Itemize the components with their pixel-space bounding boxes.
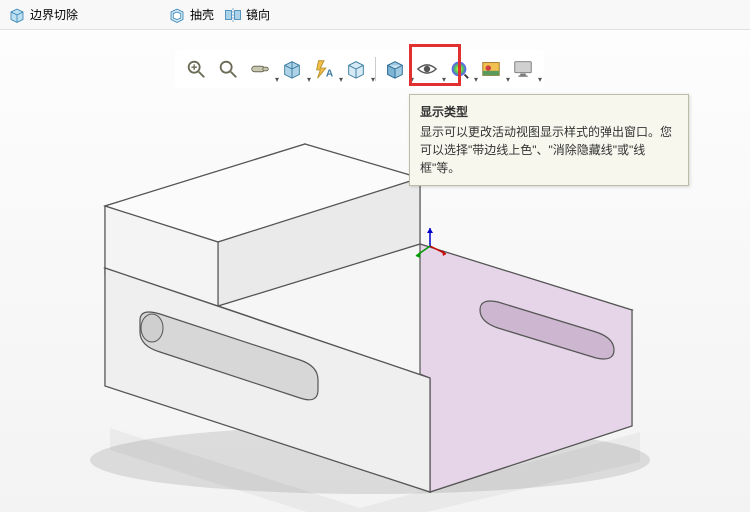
orientation-cube-button[interactable]: [341, 54, 371, 84]
section-view-button[interactable]: [277, 54, 307, 84]
edit-appearance-button[interactable]: [444, 54, 474, 84]
magnifier-icon: [217, 58, 239, 80]
boundary-cut-button[interactable]: 边界切除: [8, 6, 78, 24]
triad-axis-icon: [410, 226, 450, 266]
mirror-button[interactable]: 镜向: [224, 6, 270, 24]
hide-show-items-button[interactable]: [412, 54, 442, 84]
svg-text:A: A: [326, 68, 334, 79]
magnifier-fit-icon: [185, 58, 207, 80]
display-style-tooltip: 显示类型 显示可以更改活动视图显示样式的弹出窗口。您可以选择"带边线上色"、"消…: [409, 94, 689, 186]
mirror-label: 镜向: [246, 6, 270, 23]
cube-cut-icon: [8, 6, 26, 24]
monitor-icon: [512, 58, 534, 80]
shell-icon: [168, 6, 186, 24]
section-icon: [281, 58, 303, 80]
lightning-a-icon: A: [313, 58, 335, 80]
tooltip-title: 显示类型: [420, 103, 678, 121]
color-ball-icon: [448, 58, 470, 80]
view-orientation-button[interactable]: A: [309, 54, 339, 84]
eye-icon: [416, 58, 438, 80]
cube-wire-icon: [345, 58, 367, 80]
zoom-to-fit-button[interactable]: [181, 54, 211, 84]
zoom-to-area-button[interactable]: [213, 54, 243, 84]
view-heads-up-toolbar: A: [175, 50, 544, 88]
view-settings-button[interactable]: [508, 54, 538, 84]
toolbar-separator: [375, 57, 376, 81]
apply-scene-button[interactable]: [476, 54, 506, 84]
mirror-icon: [224, 6, 242, 24]
telescope-icon: [249, 58, 271, 80]
scene-icon: [480, 58, 502, 80]
previous-view-button[interactable]: [245, 54, 275, 84]
shell-label: 抽壳: [190, 6, 214, 23]
boundary-cut-label: 边界切除: [30, 6, 78, 23]
tooltip-body: 显示可以更改活动视图显示样式的弹出窗口。您可以选择"带边线上色"、"消除隐藏线"…: [420, 123, 678, 177]
shell-button[interactable]: 抽壳: [168, 6, 214, 24]
cube-shaded-icon: [384, 58, 406, 80]
display-style-button[interactable]: [380, 54, 410, 84]
